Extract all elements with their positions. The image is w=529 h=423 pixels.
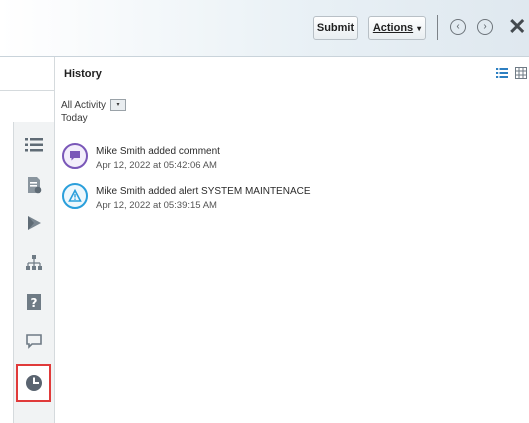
svg-text:?: ? bbox=[31, 296, 38, 310]
hierarchy-icon[interactable] bbox=[24, 253, 44, 273]
chat-icon[interactable] bbox=[24, 331, 44, 351]
history-clock-icon bbox=[26, 375, 42, 391]
list-view-icon[interactable] bbox=[496, 66, 508, 84]
date-group-label: Today bbox=[61, 113, 88, 124]
activity-time: Apr 12, 2022 at 05:39:15 AM bbox=[96, 200, 217, 211]
help-document-icon[interactable]: ? bbox=[24, 292, 44, 312]
activity-filter: All Activity ▾ bbox=[61, 99, 127, 111]
activity-text: Mike Smith added alert SYSTEM MAINTENACE bbox=[96, 186, 311, 197]
top-toolbar: Submit Actions ▾ ‹ › ✕ bbox=[0, 0, 529, 57]
comment-activity-icon bbox=[62, 143, 88, 169]
left-panel-divider bbox=[0, 90, 54, 91]
activity-time: Apr 12, 2022 at 05:42:06 AM bbox=[96, 160, 217, 171]
toolbar-divider bbox=[437, 15, 438, 40]
actions-button-label: Actions bbox=[372, 22, 414, 34]
chevron-down-icon: ▾ bbox=[417, 23, 422, 33]
flag-icon[interactable] bbox=[24, 213, 44, 233]
page-title: History bbox=[64, 68, 102, 80]
submit-button-label: Submit bbox=[316, 22, 355, 34]
submit-button[interactable]: Submit bbox=[313, 16, 358, 40]
activity-filter-dropdown[interactable]: ▾ bbox=[110, 99, 127, 111]
panel-divider bbox=[54, 57, 55, 423]
next-icon[interactable]: › bbox=[477, 19, 493, 35]
previous-icon[interactable]: ‹ bbox=[450, 19, 466, 35]
history-tab[interactable] bbox=[16, 364, 51, 402]
list-icon[interactable] bbox=[24, 135, 44, 155]
alert-activity-icon bbox=[62, 183, 88, 209]
activity-filter-label: All Activity bbox=[61, 99, 107, 111]
activity-text: Mike Smith added comment bbox=[96, 146, 220, 157]
actions-button[interactable]: Actions ▾ bbox=[368, 16, 426, 40]
close-icon[interactable]: ✕ bbox=[508, 14, 526, 40]
grid-view-icon[interactable] bbox=[515, 66, 527, 84]
document-icon[interactable] bbox=[24, 175, 44, 195]
